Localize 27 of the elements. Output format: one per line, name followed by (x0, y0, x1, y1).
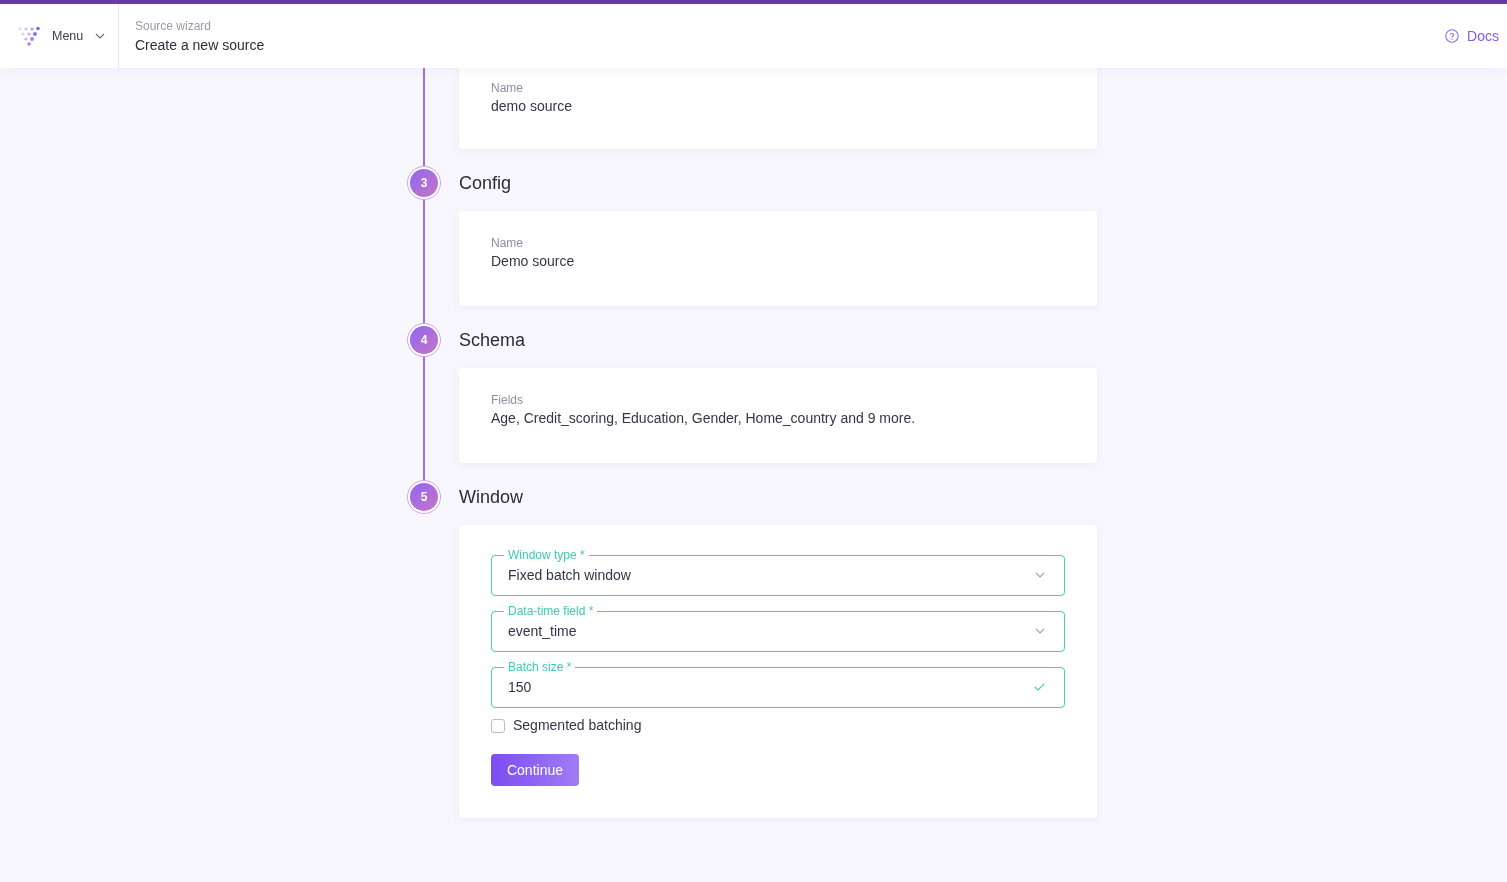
help-icon (1445, 29, 1460, 43)
step-title: Config (459, 172, 513, 195)
chevron-down-icon (1035, 627, 1045, 634)
text-field[interactable]: Batch size * 150 (491, 660, 1065, 708)
docs-link[interactable]: Docs (1445, 28, 1499, 44)
logo-icon (18, 26, 40, 46)
step-title: Window (459, 486, 525, 509)
field-value: Demo source (491, 252, 576, 271)
continue-button[interactable]: Continue (491, 754, 579, 786)
field-value: Age, Credit_scoring, Education, Gender, Home_country and 9 more. (491, 409, 917, 428)
field-label: Batch size * (507, 660, 573, 674)
field-value: demo source (491, 97, 573, 116)
breadcrumb: Source wizard (135, 17, 213, 34)
step-title: Schema (459, 329, 527, 352)
select-field[interactable]: Window type * Fixed batch window (491, 548, 1065, 596)
chevron-down-icon (95, 33, 106, 39)
chevron-down-icon (1035, 571, 1045, 578)
field-label: Fields (491, 392, 524, 408)
select-field[interactable]: Data-time field * event_time (491, 604, 1065, 652)
field-label: Window type * (507, 548, 586, 562)
menu-button[interactable]: Menu (52, 29, 106, 43)
checkbox-label[interactable]: Segmented batching (513, 715, 642, 735)
field-label: Data-time field * (507, 604, 595, 618)
page-title: Create a new source (135, 35, 265, 55)
field-label: Name (491, 80, 524, 96)
field-label: Name (491, 235, 524, 251)
checkbox[interactable] (491, 719, 505, 733)
